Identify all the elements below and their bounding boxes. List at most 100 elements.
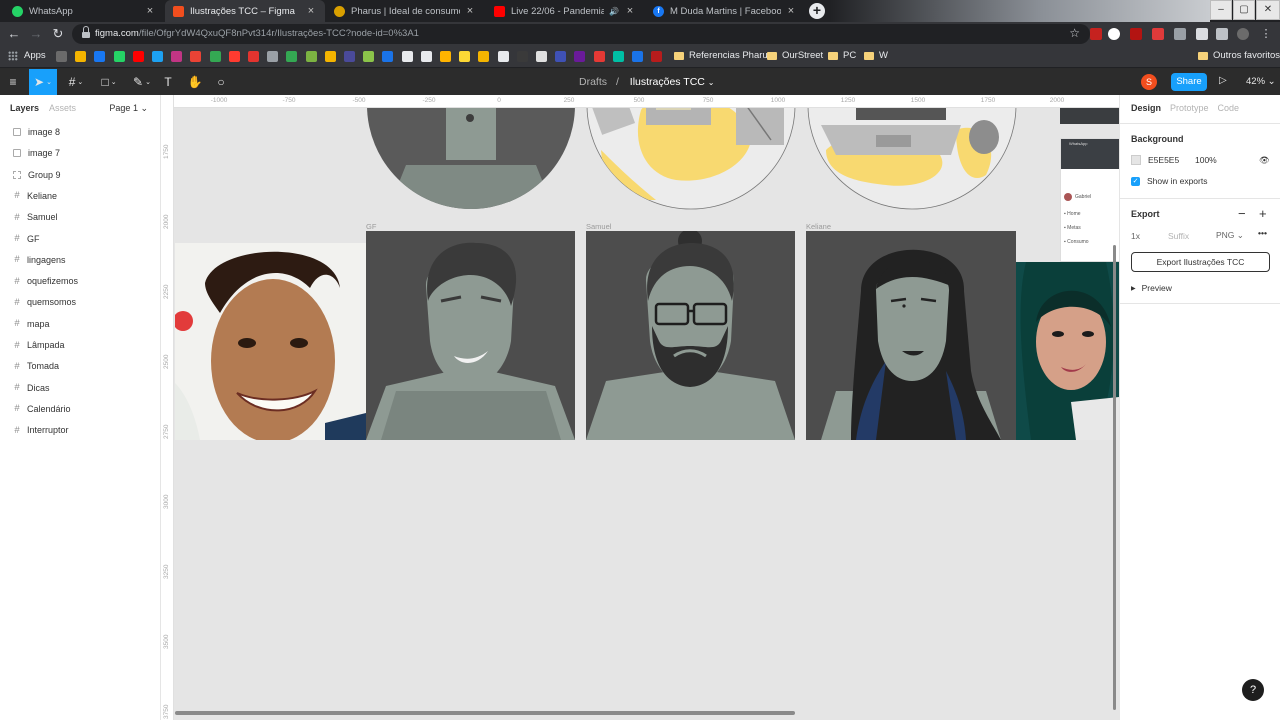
shape-tool-icon[interactable]: □ ⌄ [96, 69, 122, 95]
bookmark-favicon-icon[interactable] [420, 51, 432, 62]
bookmark-favicon-icon[interactable] [248, 51, 259, 62]
minimize-button[interactable]: – [1210, 0, 1232, 20]
user-avatar[interactable]: S [1141, 74, 1157, 90]
layer-item[interactable]: Group 9 [12, 168, 61, 182]
share-button[interactable]: Share [1171, 73, 1207, 91]
tab-figma[interactable]: Ilustrações TCC – Figma × [165, 0, 325, 22]
bookmark-folder[interactable]: OurStreet [767, 50, 823, 61]
pdf-extension-icon[interactable] [1130, 28, 1142, 40]
preview-toggle[interactable]: ▶ Preview [1131, 283, 1172, 293]
bookmark-favicon-icon[interactable] [440, 51, 451, 62]
bookmark-favicon-icon[interactable] [305, 51, 317, 62]
more-options-icon[interactable]: ••• [1258, 228, 1267, 238]
bookmark-favicon-icon[interactable] [286, 51, 298, 62]
move-tool-icon[interactable]: ➤ ⌄ [29, 69, 57, 95]
bookmark-favicon-icon[interactable] [536, 51, 547, 62]
bookmark-favicon-icon[interactable] [363, 51, 375, 62]
new-tab-button[interactable]: + [809, 3, 825, 19]
close-icon[interactable]: × [305, 5, 317, 17]
bookmark-favicon-icon[interactable] [632, 51, 643, 62]
remove-export-icon[interactable]: − [1238, 206, 1246, 221]
bookmark-star-icon[interactable]: ☆ [1069, 26, 1080, 40]
export-button[interactable]: Export Ilustrações TCC [1131, 252, 1270, 272]
chevron-down-icon[interactable]: ⌄ [708, 78, 715, 87]
address-bar[interactable]: figma.com/file/OfgrYdW4QxuQF8nPvt314r/Il… [72, 24, 1090, 44]
frame-label-gf[interactable]: GF [366, 222, 376, 231]
bookmark-favicon-icon[interactable] [344, 51, 355, 62]
bookmark-favicon-icon[interactable] [497, 51, 509, 62]
bookmark-favicon-icon[interactable] [56, 51, 67, 62]
bookmark-favicon-icon[interactable] [94, 51, 106, 62]
layer-item[interactable]: # Lâmpada [12, 338, 64, 352]
layer-item[interactable]: # oquefizemos [12, 274, 78, 288]
layer-item[interactable]: image 7 [12, 146, 60, 160]
bookmark-favicon-icon[interactable] [478, 51, 490, 62]
samuel-illustration[interactable] [586, 231, 795, 440]
layer-item[interactable]: # Samuel [12, 210, 57, 224]
pen-tool-icon[interactable]: ✎ ⌄ [129, 69, 155, 95]
bookmark-favicon-icon[interactable] [190, 51, 202, 62]
bookmark-favicon-icon[interactable] [651, 51, 663, 62]
bookmark-favicon-icon[interactable] [612, 51, 624, 62]
eye-icon[interactable]: 👁 [1259, 155, 1270, 166]
tab-facebook[interactable]: f M Duda Martins | Facebook × [645, 0, 805, 22]
chrome-menu-icon[interactable]: ⋮ [1260, 28, 1272, 40]
frame-tool-icon[interactable]: # ⌄ [63, 69, 89, 95]
tab-assets[interactable]: Assets [49, 103, 76, 113]
bookmark-favicon-icon[interactable] [574, 51, 586, 62]
keliane-illustration[interactable] [806, 231, 1016, 440]
tab-whatsapp[interactable]: WhatsApp × [4, 0, 164, 22]
layer-item[interactable]: image 8 [12, 125, 60, 139]
bookmark-favicon-icon[interactable] [209, 51, 221, 62]
layer-item[interactable]: # mapa [12, 317, 49, 331]
background-hex-value[interactable]: E5E5E5 [1148, 155, 1195, 165]
bookmark-favicon-icon[interactable] [593, 51, 605, 62]
tab-design[interactable]: Design [1131, 103, 1161, 113]
bookmark-favicon-icon[interactable] [75, 51, 87, 62]
bookmark-favicon-icon[interactable] [555, 51, 567, 62]
bookmark-favicon-icon[interactable] [401, 51, 413, 62]
keliane-photo[interactable] [1016, 262, 1119, 440]
hand-tool-icon[interactable]: ✋ [186, 69, 204, 95]
close-icon[interactable]: × [464, 5, 476, 17]
extension-icon[interactable] [1174, 28, 1186, 40]
horizontal-scrollbar[interactable] [175, 711, 795, 715]
close-icon[interactable]: × [785, 5, 797, 17]
export-scale[interactable]: 1x [1131, 231, 1168, 241]
bookmark-folder[interactable]: W [864, 50, 888, 61]
layer-item[interactable]: # Keliane [12, 189, 57, 203]
bookmark-favicon-icon[interactable] [113, 51, 125, 62]
figma-canvas[interactable]: WhatsApp Gabriel ▪ Home ▪ Metas ▪ Consum… [161, 95, 1119, 720]
layer-item[interactable]: # quemsomos [12, 295, 76, 309]
tab-prototype[interactable]: Prototype [1170, 103, 1209, 113]
extension-icon[interactable] [1090, 28, 1102, 40]
layer-item[interactable]: # Interruptor [12, 423, 68, 437]
extension-icon[interactable] [1152, 28, 1164, 40]
bookmark-folder[interactable]: PC [828, 50, 856, 61]
file-name[interactable]: Ilustrações TCC [630, 76, 705, 88]
close-icon[interactable]: × [144, 5, 156, 17]
speaker-icon[interactable]: 🔊 [608, 7, 620, 16]
export-suffix-input[interactable]: Suffix [1168, 231, 1216, 241]
bookmark-folder[interactable]: Referencias Pharus [674, 50, 772, 61]
tab-code[interactable]: Code [1218, 103, 1240, 113]
tab-pharus[interactable]: Pharus | Ideal de consumo × [326, 0, 484, 22]
comment-tool-icon[interactable]: ○ [212, 69, 230, 95]
gf-illustration[interactable] [366, 231, 575, 440]
layer-item[interactable]: # Tomada [12, 359, 59, 373]
background-color-row[interactable]: E5E5E5 100% [1131, 155, 1217, 165]
bookmark-favicon-icon[interactable] [324, 51, 336, 62]
layer-item[interactable]: # Dicas [12, 381, 49, 395]
bookmark-favicon-icon[interactable] [228, 51, 240, 62]
page-selector[interactable]: Page 1 ⌄ [109, 103, 148, 114]
app-screen-thumbnail[interactable]: WhatsApp Gabriel ▪ Home ▪ Metas ▪ Consum… [1060, 138, 1119, 262]
maximize-button[interactable]: ▢ [1233, 0, 1255, 20]
bookmark-favicon-icon[interactable] [171, 51, 183, 62]
bookmark-favicon-icon[interactable] [382, 51, 394, 62]
bookmark-favicon-icon[interactable] [152, 51, 163, 62]
back-button[interactable]: ← [6, 26, 22, 42]
breadcrumb-drafts[interactable]: Drafts [579, 76, 607, 88]
bookmark-favicon-icon[interactable] [459, 51, 471, 62]
layer-item[interactable]: # Calendário [12, 402, 70, 416]
color-swatch[interactable] [1131, 155, 1141, 165]
